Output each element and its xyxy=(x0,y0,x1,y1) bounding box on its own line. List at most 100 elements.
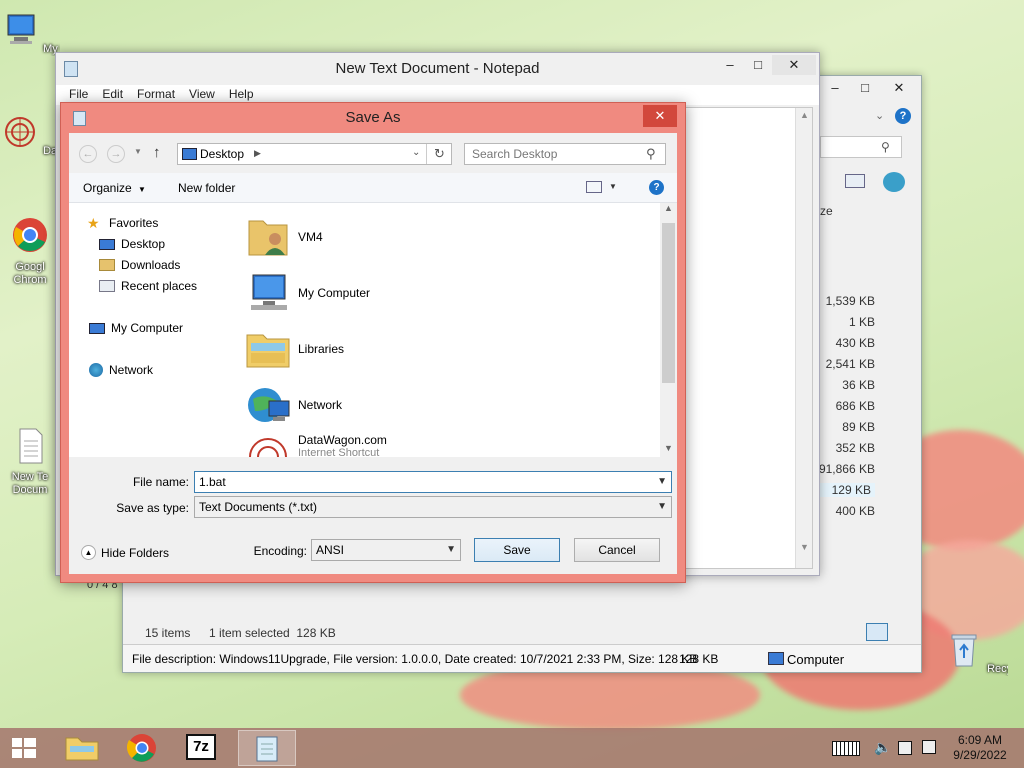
network-icon xyxy=(89,363,103,377)
computer-icon xyxy=(7,14,35,44)
taskbar-notepad[interactable] xyxy=(238,730,296,766)
desktop-icon-recycle-bin[interactable]: Recycle Bin xyxy=(944,630,1008,676)
nav-network[interactable]: Network xyxy=(89,360,153,380)
encoding-select[interactable]: ANSI ▼ xyxy=(311,539,461,561)
scroll-down-arrow[interactable]: ▼ xyxy=(664,443,673,453)
dialog-close-button[interactable]: ✕ xyxy=(643,105,677,127)
notepad-scrollbar[interactable]: ▲ ▼ xyxy=(795,108,812,568)
large-icons-view-button[interactable] xyxy=(891,623,911,641)
notepad-close-button[interactable]: ✕ xyxy=(772,55,816,75)
view-options-chevron-icon[interactable]: ▼ xyxy=(609,182,617,191)
notepad-minimize-button[interactable]: – xyxy=(716,55,744,75)
address-dropdown-icon[interactable]: ⌄ xyxy=(412,147,420,158)
save-button[interactable]: Save xyxy=(474,538,560,562)
libraries-icon xyxy=(246,334,290,368)
file-name: DataWagon.com xyxy=(298,433,387,447)
desktop-icon-chrome[interactable]: Googl Chrom xyxy=(0,215,60,287)
details-view-button[interactable] xyxy=(866,623,888,641)
network-status-icon[interactable] xyxy=(898,741,912,755)
command-bar: Organize ▼ New folder ▼ ? xyxy=(69,173,677,203)
hide-folders-button[interactable]: ▲ Hide Folders xyxy=(81,545,169,560)
explorer-chevron-icon[interactable]: ⌄ xyxy=(875,109,884,122)
nav-favorites[interactable]: ★ Favorites xyxy=(87,213,158,233)
explorer-maximize-button[interactable]: □ xyxy=(851,78,879,98)
scroll-thumb[interactable] xyxy=(662,223,675,383)
notepad-title: New Text Document - Notepad xyxy=(335,60,540,77)
nav-label: Desktop xyxy=(121,237,166,251)
file-name-input[interactable]: 1.bat ▼ xyxy=(194,471,672,493)
organize-button[interactable]: Organize ▼ xyxy=(83,181,146,195)
file-description: File description: Windows11Upgrade, File… xyxy=(132,652,698,666)
action-center-icon[interactable] xyxy=(922,740,936,754)
volume-muted-icon[interactable]: 🔈 xyxy=(874,739,891,756)
explorer-close-button[interactable]: ✕ xyxy=(879,78,919,98)
breadcrumb-arrow-icon[interactable]: ▶ xyxy=(254,148,261,159)
nav-label: Network xyxy=(109,363,154,377)
file-name: VM4 xyxy=(298,230,323,244)
file-pane-scrollbar[interactable]: ▲ ▼ xyxy=(660,203,677,457)
search-icon: ⚲ xyxy=(646,146,656,161)
organize-label: Organize xyxy=(83,181,132,195)
forward-button[interactable]: → xyxy=(107,145,125,163)
file-item[interactable]: Libraries xyxy=(243,321,344,377)
properties-icon[interactable] xyxy=(845,174,865,188)
chevron-down-icon[interactable]: ▼ xyxy=(657,472,667,492)
chevron-up-icon: ▲ xyxy=(81,545,96,560)
chevron-down-icon[interactable]: ▼ xyxy=(446,540,456,560)
notepad-maximize-button[interactable]: □ xyxy=(744,55,772,75)
datawagon-icon xyxy=(249,438,287,457)
chevron-down-icon[interactable]: ▼ xyxy=(657,497,667,517)
scroll-down-arrow[interactable]: ▼ xyxy=(800,542,809,552)
notepad-icon xyxy=(256,736,278,762)
save-type-select[interactable]: Text Documents (*.txt) ▼ xyxy=(194,496,672,518)
save-as-dialog[interactable]: Save As ✕ ← → ▼ ↑ Desktop ▶ ⌄ ↻ Search D… xyxy=(60,102,686,583)
file-subtitle: Internet Shortcut xyxy=(298,447,380,457)
nav-my-computer[interactable]: My Computer xyxy=(89,318,183,338)
desktop-icon-my-computer[interactable]: My Comp xyxy=(0,10,60,56)
keyboard-icon[interactable] xyxy=(832,741,860,756)
refresh-icon[interactable]: ↻ xyxy=(426,144,452,164)
help-icon[interactable]: ? xyxy=(649,180,664,195)
nav-recent-places[interactable]: Recent places xyxy=(99,276,197,296)
back-button[interactable]: ← xyxy=(79,145,97,163)
start-button[interactable] xyxy=(0,730,48,766)
globe-icon[interactable] xyxy=(883,172,905,192)
taskbar-file-explorer[interactable] xyxy=(58,730,106,766)
explorer-minimize-button[interactable]: – xyxy=(821,78,849,98)
file-item[interactable]: My Computer xyxy=(243,265,370,321)
windows-logo-icon xyxy=(12,738,36,758)
hide-folders-label: Hide Folders xyxy=(101,545,170,560)
save-type-label: Save as type: xyxy=(116,501,189,515)
file-name: Libraries xyxy=(298,342,345,356)
desktop-icon-datawagon[interactable]: DataWag xyxy=(0,112,60,158)
nav-label: Recent places xyxy=(121,279,198,293)
taskbar-chrome[interactable] xyxy=(118,730,166,766)
location-label: Computer xyxy=(787,652,845,667)
file-item[interactable]: VM4 xyxy=(243,209,323,265)
nav-downloads[interactable]: Downloads xyxy=(99,255,180,275)
file-item[interactable]: DataWagon.com Internet Shortcut xyxy=(243,429,387,457)
new-folder-button[interactable]: New folder xyxy=(178,181,235,195)
clock-time: 6:09 AM xyxy=(957,733,1003,747)
help-icon[interactable]: ? xyxy=(895,108,911,124)
file-name-label: File name: xyxy=(132,475,189,489)
clock[interactable]: 6:09 AM 9/29/2022 xyxy=(946,733,1014,763)
address-bar[interactable]: Desktop ▶ ⌄ ↻ xyxy=(177,143,452,165)
explorer-status-bar: File description: Windows11Upgrade, File… xyxy=(123,644,921,672)
computer-icon xyxy=(251,274,287,310)
desktop-icon-text-document[interactable]: New Te Docum xyxy=(0,425,60,497)
nav-desktop[interactable]: Desktop xyxy=(99,234,165,254)
up-button[interactable]: ↑ xyxy=(153,144,161,161)
taskbar: 7z 🔈 6:09 AM 9/29/2022 xyxy=(0,728,1024,768)
scroll-up-arrow[interactable]: ▲ xyxy=(664,203,673,213)
cancel-button[interactable]: Cancel xyxy=(574,538,660,562)
scroll-up-arrow[interactable]: ▲ xyxy=(800,110,809,120)
selection-info: 1 item selected 128 KB xyxy=(209,626,336,640)
search-input[interactable]: Search Desktop xyxy=(464,143,666,165)
taskbar-7zip[interactable]: 7z xyxy=(178,730,226,766)
nav-label: My Computer xyxy=(111,321,184,335)
view-options-icon[interactable] xyxy=(586,181,602,193)
file-item[interactable]: Network xyxy=(243,377,342,433)
folder-icon xyxy=(65,737,99,761)
recent-locations-chevron-icon[interactable]: ▼ xyxy=(134,147,142,156)
